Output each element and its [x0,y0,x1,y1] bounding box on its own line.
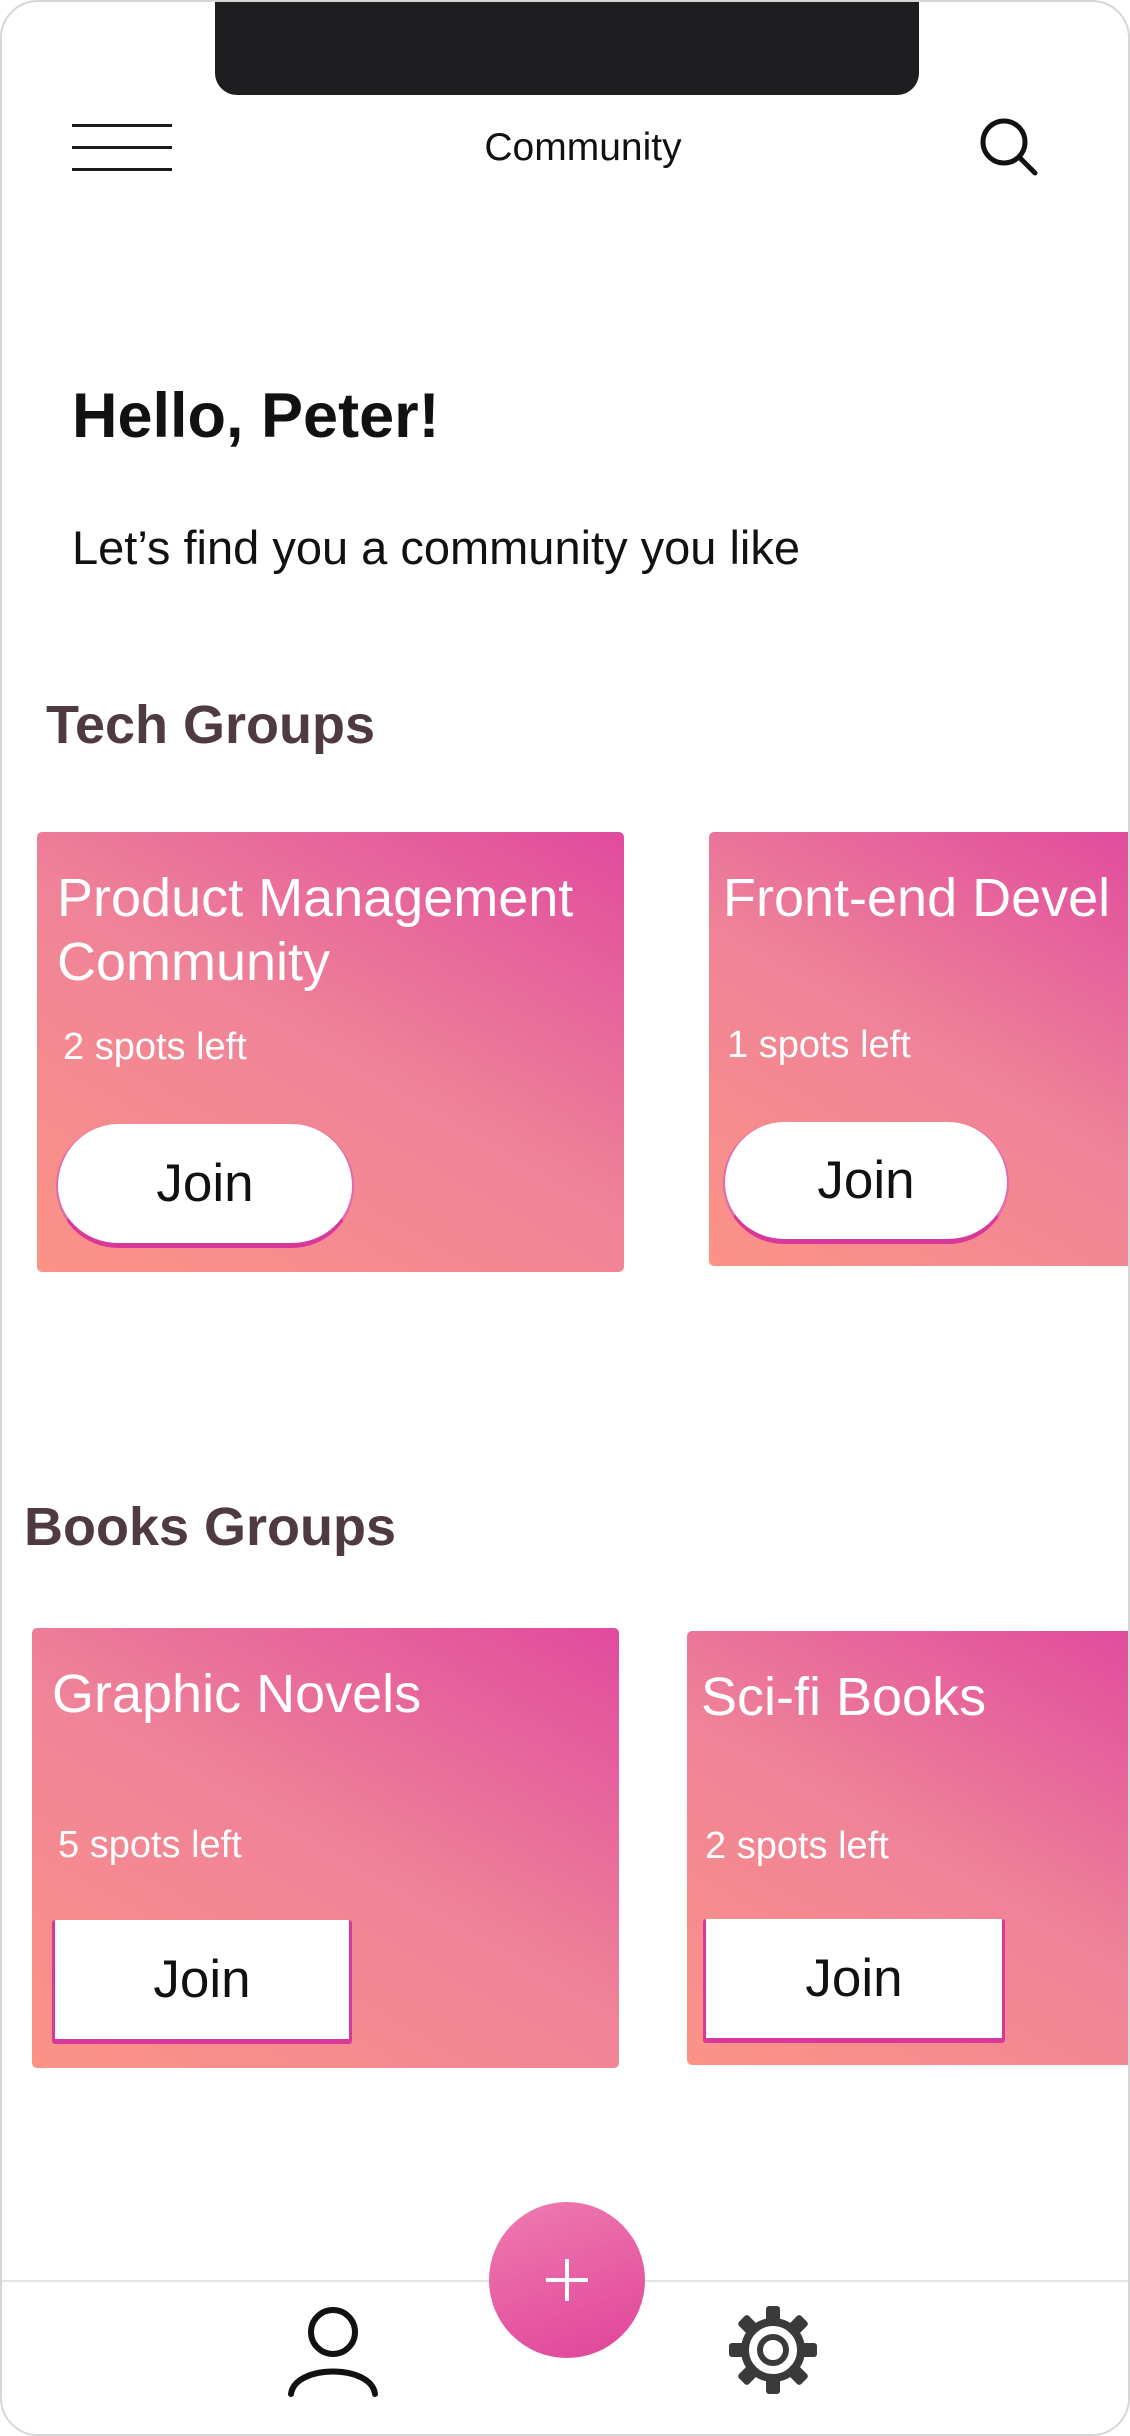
group-card-sci-fi-books[interactable]: Sci-fi Books 2 spots left Join [687,1631,1128,2065]
device-notch [215,2,919,95]
card-title: Front-end Devel [723,868,1111,928]
card-title: Community [57,932,331,992]
join-button[interactable]: Join [56,1124,354,1248]
group-card-front-end[interactable]: Front-end Devel 1 spots left Join [709,832,1128,1266]
page-title: Community [484,126,682,169]
plus-icon [546,2259,588,2301]
join-button[interactable]: Join [703,1919,1005,2043]
greeting-title: Hello, Peter! [72,381,440,451]
user-icon[interactable] [285,2302,381,2398]
spots-left-label: 2 spots left [63,1026,247,1068]
card-title: Sci-fi Books [701,1667,987,1727]
join-button[interactable]: Join [52,1920,352,2044]
gear-icon[interactable] [725,2302,821,2398]
card-title: Product Management [57,868,574,928]
spots-left-label: 5 spots left [58,1824,242,1866]
join-button[interactable]: Join [723,1122,1009,1244]
spots-left-label: 2 spots left [705,1825,889,1867]
section-title-books: Books Groups [24,1497,397,1557]
greeting-subtitle: Let’s find you a community you like [72,521,800,574]
group-card-graphic-novels[interactable]: Graphic Novels 5 spots left Join [32,1628,619,2068]
phone-frame: Community Hello, Peter! Let’s find you a… [0,0,1130,2436]
spots-left-label: 1 spots left [727,1024,911,1066]
group-card-product-management[interactable]: Product Management Community 2 spots lef… [37,832,624,1272]
card-title: Graphic Novels [52,1664,422,1724]
section-title-tech: Tech Groups [46,695,376,755]
add-group-button[interactable] [489,2202,645,2358]
search-icon[interactable] [978,116,1040,178]
